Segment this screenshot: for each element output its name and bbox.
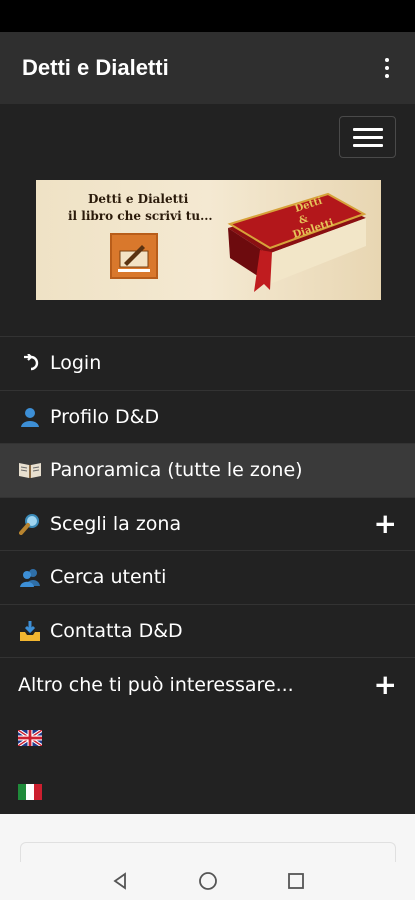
banner-logo — [110, 233, 158, 279]
bottom-panel — [0, 814, 415, 900]
app-bar: Detti e Dialetti — [0, 32, 415, 104]
italy-flag-icon — [18, 783, 42, 800]
menu-item-login[interactable]: Login — [0, 337, 415, 391]
menu-label-profilo: Profilo D&D — [50, 405, 160, 428]
app-title: Detti e Dialetti — [22, 55, 169, 80]
red-book-icon: Detti & Dialetti — [227, 192, 367, 292]
home-icon[interactable] — [198, 871, 218, 891]
users-icon — [18, 566, 42, 588]
menu-label-login: Login — [50, 352, 102, 375]
hamburger-menu-button[interactable] — [339, 116, 396, 158]
menu-item-scegli-zona[interactable]: Scegli la zona + — [0, 498, 415, 551]
recents-icon[interactable] — [286, 871, 306, 891]
magnifier-icon — [18, 513, 42, 535]
expand-plus-icon[interactable]: + — [374, 670, 397, 699]
user-icon — [18, 406, 42, 428]
system-navigation-bar — [0, 862, 415, 900]
menu-label-scegli-zona: Scegli la zona — [50, 512, 182, 535]
inbox-tray-icon — [18, 620, 42, 642]
menu-item-profilo[interactable]: Profilo D&D — [0, 391, 415, 444]
menu-label-altro: Altro che ti può interessare... — [18, 673, 294, 696]
open-book-icon — [18, 459, 42, 481]
banner-title: Detti e Dialetti — [88, 192, 189, 206]
navigation-panel: Detti e Dialetti il libro che scrivi tu.… — [0, 104, 415, 814]
menu-label-contatta: Contatta D&D — [50, 619, 183, 642]
menu-label-cerca-utenti: Cerca utenti — [50, 566, 167, 589]
banner-subtitle: il libro che scrivi tu... — [68, 209, 213, 223]
side-menu: Login Profilo D&D Panoramica (tutte le z… — [0, 336, 415, 819]
menu-label-panoramica: Panoramica (tutte le zone) — [50, 459, 303, 482]
menu-item-panoramica[interactable]: Panoramica (tutte le zone) — [0, 444, 415, 498]
overflow-menu-icon[interactable] — [377, 54, 397, 82]
banner-image[interactable]: Detti e Dialetti il libro che scrivi tu.… — [36, 180, 381, 300]
menu-item-cerca-utenti[interactable]: Cerca utenti — [0, 551, 415, 605]
language-item-english[interactable] — [0, 712, 415, 766]
uk-flag-icon — [18, 730, 42, 747]
login-arrow-icon — [18, 352, 42, 374]
back-icon[interactable] — [110, 871, 130, 891]
language-item-italian[interactable] — [0, 765, 415, 819]
status-bar — [0, 0, 415, 32]
menu-item-contatta[interactable]: Contatta D&D — [0, 605, 415, 658]
expand-plus-icon[interactable]: + — [374, 509, 397, 538]
card-edge — [20, 842, 396, 862]
menu-item-altro[interactable]: Altro che ti può interessare... + — [0, 658, 415, 712]
